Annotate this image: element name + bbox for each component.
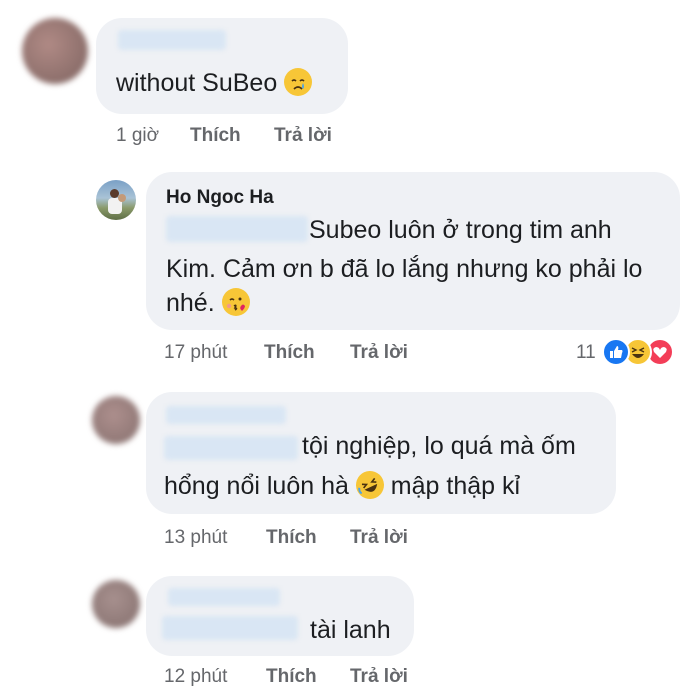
- comment-text-line: tài lanh: [310, 616, 391, 644]
- comment-meta: 17 phút Thích Trả lời 11: [0, 342, 700, 368]
- rolling-laughing-face-icon: [351, 466, 389, 504]
- blurred-author-name: [166, 406, 286, 424]
- comment-text-line: hổng nổi luôn hà mập thập kỉ: [164, 466, 520, 506]
- comment-text-content: without SuBeo: [116, 69, 278, 97]
- like-button[interactable]: Thích: [190, 125, 241, 147]
- comment-time[interactable]: 17 phút: [164, 342, 227, 364]
- comment-meta: 13 phút Thích Trả lời: [0, 527, 700, 551]
- comment-text-content: nhé.: [166, 289, 215, 317]
- avatar[interactable]: [92, 580, 140, 628]
- crying-face-icon: [284, 68, 313, 96]
- like-icon: [602, 338, 630, 366]
- reply-button[interactable]: Trả lời: [350, 342, 408, 364]
- comment-text-content: mập thập kỉ: [390, 472, 521, 500]
- comment-meta: 1 giờ Thích Trả lời: [0, 125, 700, 149]
- comment-text: without SuBeo: [116, 63, 313, 103]
- comment-time[interactable]: 1 giờ: [116, 125, 159, 147]
- reply-button[interactable]: Trả lời: [274, 125, 332, 147]
- kissing-heart-face-icon: [221, 288, 250, 316]
- blurred-author-name: [118, 30, 226, 50]
- comment-meta: 12 phút Thích Trả lời: [0, 666, 700, 690]
- avatar[interactable]: [96, 180, 136, 220]
- comment-bubble: Ho Ngoc Ha Subeo luôn ở trong tim anh Ki…: [146, 172, 680, 330]
- comment-time[interactable]: 12 phút: [164, 666, 227, 688]
- reaction-count[interactable]: 11: [576, 342, 596, 364]
- comment-bubble: without SuBeo: [96, 18, 348, 114]
- comment-author[interactable]: Ho Ngoc Ha: [166, 187, 274, 209]
- like-button[interactable]: Thích: [266, 527, 317, 549]
- blurred-mention: [164, 436, 298, 460]
- blurred-mention: [166, 216, 308, 242]
- avatar[interactable]: [92, 396, 140, 444]
- reply-button[interactable]: Trả lời: [350, 527, 408, 549]
- reaction-icons[interactable]: [602, 338, 684, 368]
- like-button[interactable]: Thích: [264, 342, 315, 364]
- comment-text-line: nhé.: [166, 283, 250, 323]
- comment-text-line: tội nghiệp, lo quá mà ốm: [302, 432, 576, 460]
- avatar[interactable]: [22, 18, 88, 84]
- comment-text-line: Subeo luôn ở trong tim anh: [309, 216, 612, 244]
- comment-text-content: hổng nổi luôn hà: [164, 472, 349, 500]
- blurred-author-name: [168, 588, 280, 606]
- blurred-mention: [162, 616, 298, 640]
- reply-button[interactable]: Trả lời: [350, 666, 408, 688]
- comment-bubble: tài lanh: [146, 576, 414, 656]
- comment-bubble: tội nghiệp, lo quá mà ốm hổng nổi luôn h…: [146, 392, 616, 514]
- like-button[interactable]: Thích: [266, 666, 317, 688]
- comment-time[interactable]: 13 phút: [164, 527, 227, 549]
